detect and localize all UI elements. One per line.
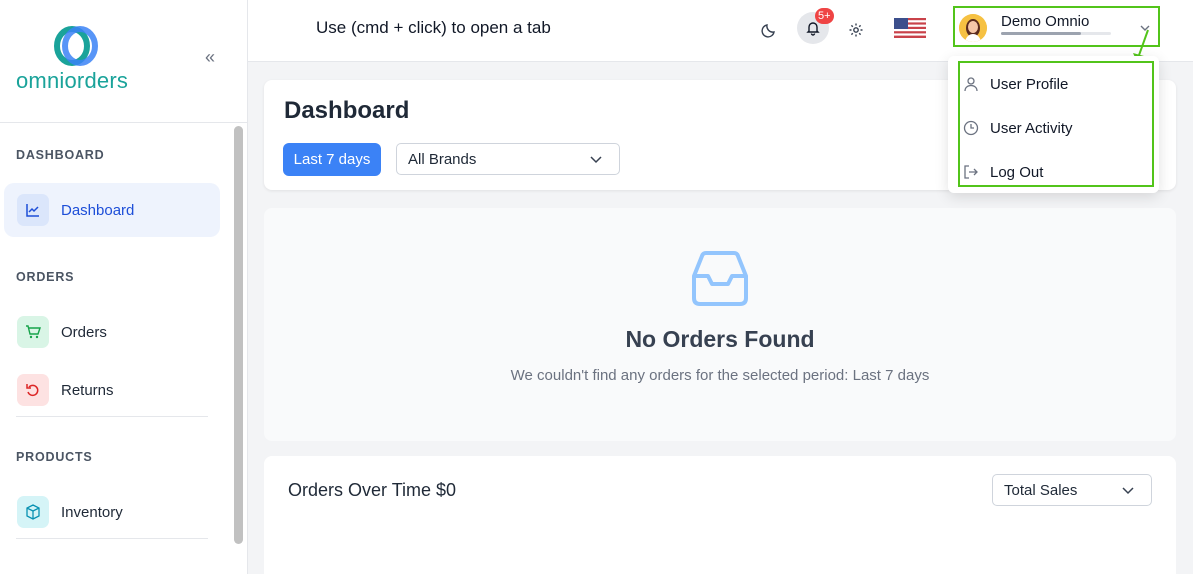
section-label-products: PRODUCTS [16, 450, 93, 464]
page-title: Dashboard [284, 97, 410, 124]
user-progress-fill [1001, 32, 1082, 35]
metric-select[interactable]: Total Sales [992, 474, 1152, 506]
menu-item-label: User Activity [990, 119, 1073, 137]
logo-icon [54, 26, 98, 66]
user-icon [962, 75, 980, 93]
us-flag-icon[interactable] [894, 18, 926, 38]
menu-item-label: Log Out [990, 163, 1044, 181]
top-header: Use (cmd + click) to open a tab 5+ Demo … [248, 0, 1193, 62]
orders-chart-title: Orders Over Time $0 [288, 480, 457, 500]
sidebar-scrollbar[interactable] [234, 126, 243, 544]
open-tab-hint: Use (cmd + click) to open a tab [316, 18, 551, 37]
chart-icon [17, 194, 49, 226]
sidebar-item-returns[interactable]: Returns [4, 363, 220, 417]
empty-state-card [264, 208, 1176, 441]
return-icon [17, 374, 49, 406]
sidebar-item-inventory[interactable]: Inventory [4, 485, 220, 539]
cart-icon [17, 316, 49, 348]
section-label-dashboard: DASHBOARD [16, 148, 105, 162]
collapse-icon: « [204, 47, 215, 67]
sidebar-item-orders[interactable]: Orders [4, 305, 220, 359]
metric-select-value: Total Sales [1004, 482, 1078, 499]
brand-filter-select[interactable]: All Brands [396, 143, 620, 175]
moon-icon [761, 24, 775, 38]
menu-item-label: User Profile [990, 75, 1069, 93]
clock-icon [962, 119, 980, 137]
box-icon [17, 496, 49, 528]
section-label-orders: ORDERS [16, 270, 75, 284]
notification-badge: 5+ [815, 8, 834, 24]
inbox-icon [692, 251, 748, 306]
brand-filter-value: All Brands [408, 151, 477, 168]
chevron-down-icon [1122, 487, 1134, 495]
sidebar-item-label: Returns [61, 381, 114, 399]
collapse-sidebar-button[interactable]: « [198, 46, 222, 70]
user-progress-bar [1001, 32, 1111, 35]
dark-mode-toggle[interactable] [755, 16, 783, 44]
gear-icon [849, 23, 863, 37]
avatar [959, 14, 987, 42]
chevron-down-icon [590, 156, 602, 164]
user-name: Demo Omnio [1001, 13, 1090, 30]
logout-icon [962, 163, 980, 181]
sidebar-item-label: Dashboard [61, 201, 135, 219]
sidebar-item-label: Orders [61, 323, 107, 341]
nav-divider [16, 416, 208, 417]
menu-item-log-out[interactable]: Log Out [958, 152, 1154, 192]
user-menu-button[interactable]: Demo Omnio [953, 6, 1160, 47]
settings-button[interactable] [842, 16, 870, 44]
empty-state-title: No Orders Found [625, 326, 815, 352]
menu-item-user-profile[interactable]: User Profile [958, 64, 1154, 104]
empty-state-message: We couldn't find any orders for the sele… [510, 367, 930, 384]
logo-text: omniorders [16, 68, 129, 93]
date-range-button[interactable]: Last 7 days [283, 143, 381, 176]
nav-divider [16, 538, 208, 539]
menu-item-user-activity[interactable]: User Activity [958, 108, 1154, 148]
sidebar-item-dashboard[interactable]: Dashboard [4, 183, 220, 237]
sidebar-item-label: Inventory [61, 503, 123, 521]
sidebar: omniorders « DASHBOARD Dashboard ORDERS … [0, 0, 248, 574]
logo-area: omniorders « [0, 0, 247, 123]
